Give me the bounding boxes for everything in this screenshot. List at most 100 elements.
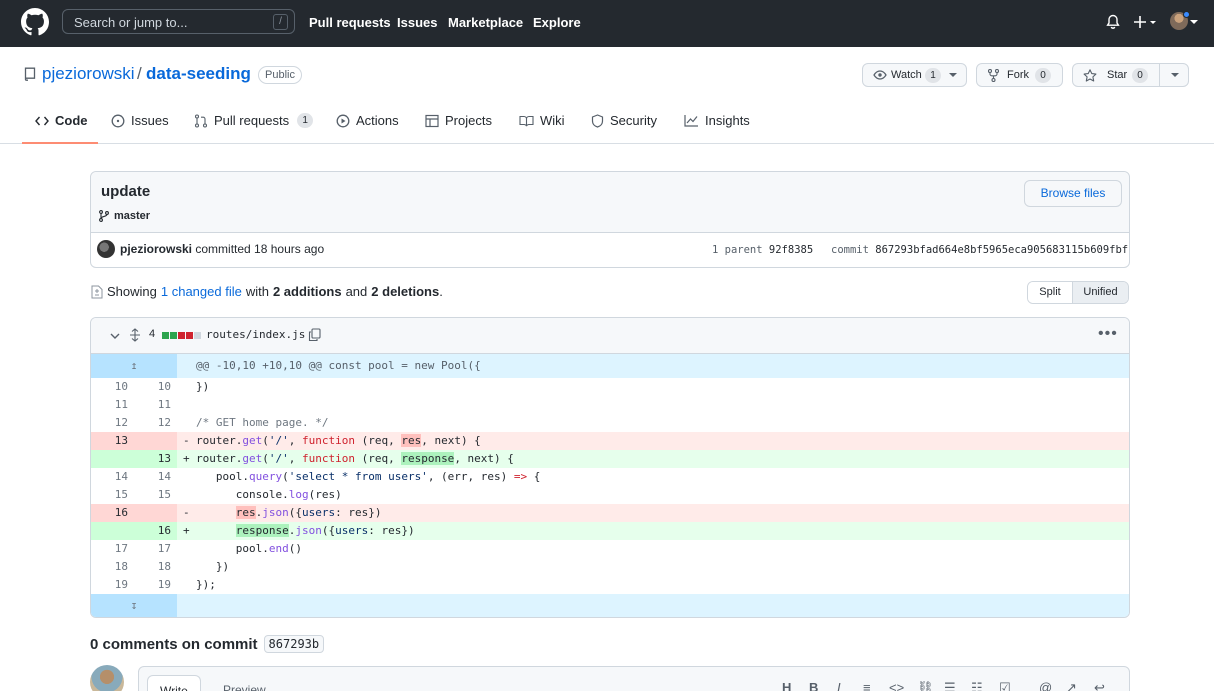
line-number-new: 18: [157, 560, 171, 573]
heading-icon[interactable]: H: [782, 680, 791, 691]
file-options-icon[interactable]: •••: [1098, 325, 1118, 343]
comment-editor: Write Preview H B I ≡ <> ⛓ ☰ ☷ ☑ @ ↗ ↩: [138, 666, 1130, 691]
watch-button[interactable]: Watch 1: [862, 63, 967, 87]
summary-showing: Showing: [107, 284, 157, 299]
repo-tabs: Code Issues Pull requests 1 Actions Proj…: [0, 103, 1214, 144]
unified-view-button[interactable]: Unified: [1073, 282, 1128, 303]
copy-icon[interactable]: [308, 328, 321, 342]
changed-files-link[interactable]: 1 changed file: [161, 284, 242, 299]
tab-issues-label: Issues: [131, 113, 169, 128]
author-avatar[interactable]: [97, 240, 115, 258]
code-icon: [35, 116, 49, 125]
line-number-new: 14: [157, 470, 171, 483]
expand-up-icon[interactable]: ↥: [91, 354, 177, 378]
diff-file-path[interactable]: routes/index.js: [206, 328, 305, 341]
search-shortcut-hint: /: [273, 14, 288, 30]
comments-count-text: 0 comments on commit: [90, 635, 258, 653]
caret-down-icon[interactable]: [1171, 73, 1179, 78]
expand-down-icon[interactable]: ↧: [91, 594, 177, 617]
tab-insights[interactable]: Insights: [684, 113, 750, 128]
italic-icon[interactable]: I: [837, 680, 841, 691]
play-icon: [336, 114, 350, 127]
tab-wiki-label: Wiki: [540, 113, 565, 128]
nav-explore[interactable]: Explore: [533, 15, 581, 30]
watch-label: Watch: [891, 69, 922, 81]
fork-button[interactable]: Fork 0: [976, 63, 1063, 87]
task-list-icon[interactable]: ☑: [999, 680, 1011, 691]
diffstat-del: [186, 332, 193, 339]
write-tab[interactable]: Write: [147, 675, 201, 691]
search-input[interactable]: Search or jump to... /: [62, 9, 295, 34]
commit-author[interactable]: pjeziorowski: [120, 242, 192, 256]
diff-line: 15 15 console.log(res): [91, 486, 1129, 504]
eye-icon: [873, 70, 887, 80]
repo-separator: /: [137, 64, 142, 83]
star-count: 0: [1132, 68, 1148, 83]
star-button[interactable]: Star 0: [1072, 63, 1189, 87]
file-diff-icon: [91, 285, 103, 298]
cross-reference-icon[interactable]: ↗: [1066, 680, 1077, 691]
summary-and: and: [345, 284, 368, 299]
commit-sha-label: commit: [831, 244, 869, 256]
ordered-list-icon[interactable]: ☷: [971, 680, 983, 691]
commit-header: update master Browse files: [91, 172, 1129, 233]
nav-marketplace[interactable]: Marketplace: [448, 15, 523, 30]
mention-icon[interactable]: @: [1039, 680, 1052, 691]
tab-security-label: Security: [610, 113, 657, 128]
tab-actions[interactable]: Actions: [336, 113, 399, 128]
fork-label: Fork: [1007, 69, 1029, 81]
code-icon[interactable]: <>: [889, 680, 904, 691]
github-logo-icon[interactable]: [21, 8, 49, 36]
line-number-old: [91, 522, 134, 540]
issue-opened-icon: [111, 114, 125, 127]
nav-pull-requests[interactable]: Pull requests: [309, 15, 391, 30]
star-icon: [1083, 69, 1097, 82]
diff-line: 17 17 pool.end(): [91, 540, 1129, 558]
commit-time: committed 18 hours ago: [195, 242, 325, 256]
commit-parent: 1 parent 92f8385: [712, 244, 813, 256]
tab-wiki[interactable]: Wiki: [519, 113, 565, 128]
chevron-down-icon[interactable]: [110, 333, 120, 339]
line-number-old: 17: [114, 542, 128, 555]
nav-issues[interactable]: Issues: [397, 15, 437, 30]
line-number-new: 13: [134, 450, 177, 468]
line-sign: +: [183, 524, 190, 537]
commit-sha: 867293bfad664e8bf5965eca905683115b609fbf: [875, 244, 1129, 256]
graph-icon: [684, 115, 698, 127]
tab-security[interactable]: Security: [591, 113, 657, 128]
commit-branch[interactable]: master: [99, 210, 150, 222]
line-number-old: 13: [91, 432, 134, 450]
tab-actions-label: Actions: [356, 113, 399, 128]
line-code: /* GET home page. */: [196, 416, 329, 429]
line-code: pool.query('select * from users', (err, …: [196, 470, 541, 483]
tab-pull-requests-count: 1: [297, 113, 314, 128]
tab-projects[interactable]: Projects: [425, 113, 492, 128]
preview-tab[interactable]: Preview: [211, 675, 278, 691]
table-icon: [425, 114, 439, 127]
tab-pull-requests[interactable]: Pull requests 1: [194, 113, 314, 128]
bell-icon[interactable]: [1106, 14, 1120, 30]
repo-name-link[interactable]: data-seeding: [146, 64, 251, 84]
commit-box: update master Browse files pjeziorowski …: [90, 171, 1130, 268]
line-code: console.log(res): [196, 488, 342, 501]
visibility-badge: Public: [258, 66, 302, 84]
tab-issues[interactable]: Issues: [111, 113, 169, 128]
plus-dropdown-icon[interactable]: [1134, 15, 1158, 29]
link-icon[interactable]: ⛓: [917, 680, 934, 691]
summary-with: with: [245, 284, 269, 299]
unordered-list-icon[interactable]: ☰: [944, 680, 956, 691]
line-number-new: 19: [157, 578, 171, 591]
repo-owner-link[interactable]: pjeziorowski: [42, 64, 135, 84]
quote-icon[interactable]: ≡: [863, 680, 871, 691]
tab-code[interactable]: Code: [35, 113, 88, 128]
reply-icon[interactable]: ↩: [1094, 680, 1105, 691]
caret-down-icon[interactable]: [1190, 20, 1198, 25]
line-code: });: [196, 578, 216, 591]
line-sign: -: [183, 506, 190, 519]
browse-files-button[interactable]: Browse files: [1024, 180, 1122, 207]
line-code: res.json({users: res}): [235, 506, 382, 519]
unfold-icon[interactable]: [129, 328, 141, 342]
split-view-button[interactable]: Split: [1028, 282, 1073, 303]
bold-icon[interactable]: B: [809, 680, 818, 691]
parent-sha-link[interactable]: 92f8385: [769, 244, 813, 256]
